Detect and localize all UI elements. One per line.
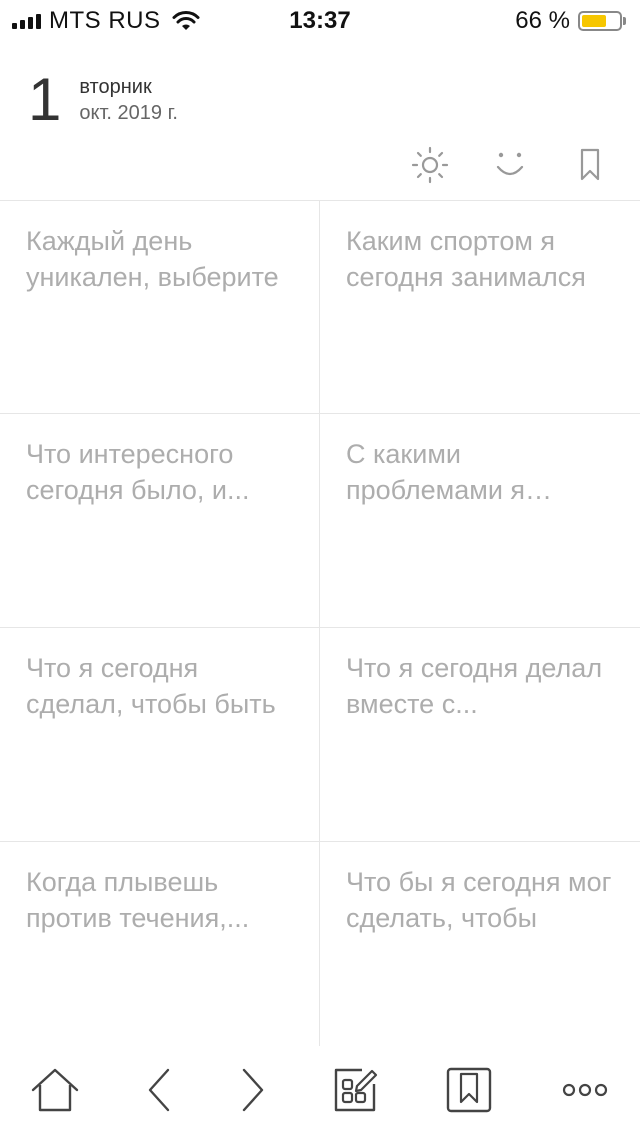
battery-tip <box>623 17 626 25</box>
battery-icon <box>578 11 622 31</box>
prompt-grid: Каждый день уникален, выберите Каким спо… <box>0 200 640 1046</box>
prompt-text: Что интересного сегодня было, и... <box>26 439 250 505</box>
smile-icon[interactable] <box>490 145 530 185</box>
battery-percent: 66 % <box>515 7 570 34</box>
prompt-card[interactable]: Когда плывешь против течения,... <box>0 842 320 1046</box>
prompt-card[interactable]: Каждый день уникален, выберите <box>0 201 320 414</box>
sun-icon[interactable] <box>410 145 450 185</box>
prompt-card[interactable]: С какими проблемами я столкнулся <box>320 414 640 628</box>
prompt-text: Что я сегодня сделал, чтобы быть <box>26 653 276 719</box>
date-month-year: окт. 2019 г. <box>79 102 178 124</box>
date-header[interactable]: 1 вторник окт. 2019 г. <box>28 70 178 130</box>
prompt-card[interactable]: Что я сегодня делал вместе с... <box>320 628 640 842</box>
more-icon[interactable] <box>560 1066 610 1114</box>
prompt-card[interactable]: Каким спортом я сегодня занимался <box>320 201 640 414</box>
forward-icon[interactable] <box>226 1066 276 1114</box>
prompt-card[interactable]: Что интересного сегодня было, и... <box>0 414 320 628</box>
prompt-text: Когда плывешь против течения,... <box>26 867 250 933</box>
prompt-text: Каким спортом я сегодня занимался <box>346 226 586 292</box>
bookmarks-icon[interactable] <box>444 1066 494 1114</box>
bookmark-icon[interactable] <box>570 145 610 185</box>
prompt-text: С какими проблемами я столкнулся <box>346 439 526 505</box>
status-right: 66 % <box>515 6 626 36</box>
top-actions <box>0 145 640 185</box>
back-icon[interactable] <box>136 1066 186 1114</box>
status-bar: MTS RUS 13:37 66 % <box>0 0 640 40</box>
apps-edit-icon[interactable] <box>330 1066 380 1114</box>
home-icon[interactable] <box>30 1066 80 1114</box>
prompt-card[interactable]: Что я сегодня сделал, чтобы быть <box>0 628 320 842</box>
date-day: 1 <box>28 66 62 133</box>
prompt-text: Что я сегодня делал вместе с... <box>346 653 603 719</box>
prompt-card[interactable]: Что бы я сегодня мог сделать, чтобы <box>320 842 640 1046</box>
date-weekday: вторник <box>79 76 152 98</box>
battery-fill <box>582 15 606 27</box>
bottom-toolbar <box>0 1046 640 1136</box>
prompt-text: Что бы я сегодня мог сделать, чтобы <box>346 867 612 933</box>
prompt-text: Каждый день уникален, выберите <box>26 226 279 292</box>
date-text: вторник окт. 2019 г. <box>79 74 178 126</box>
